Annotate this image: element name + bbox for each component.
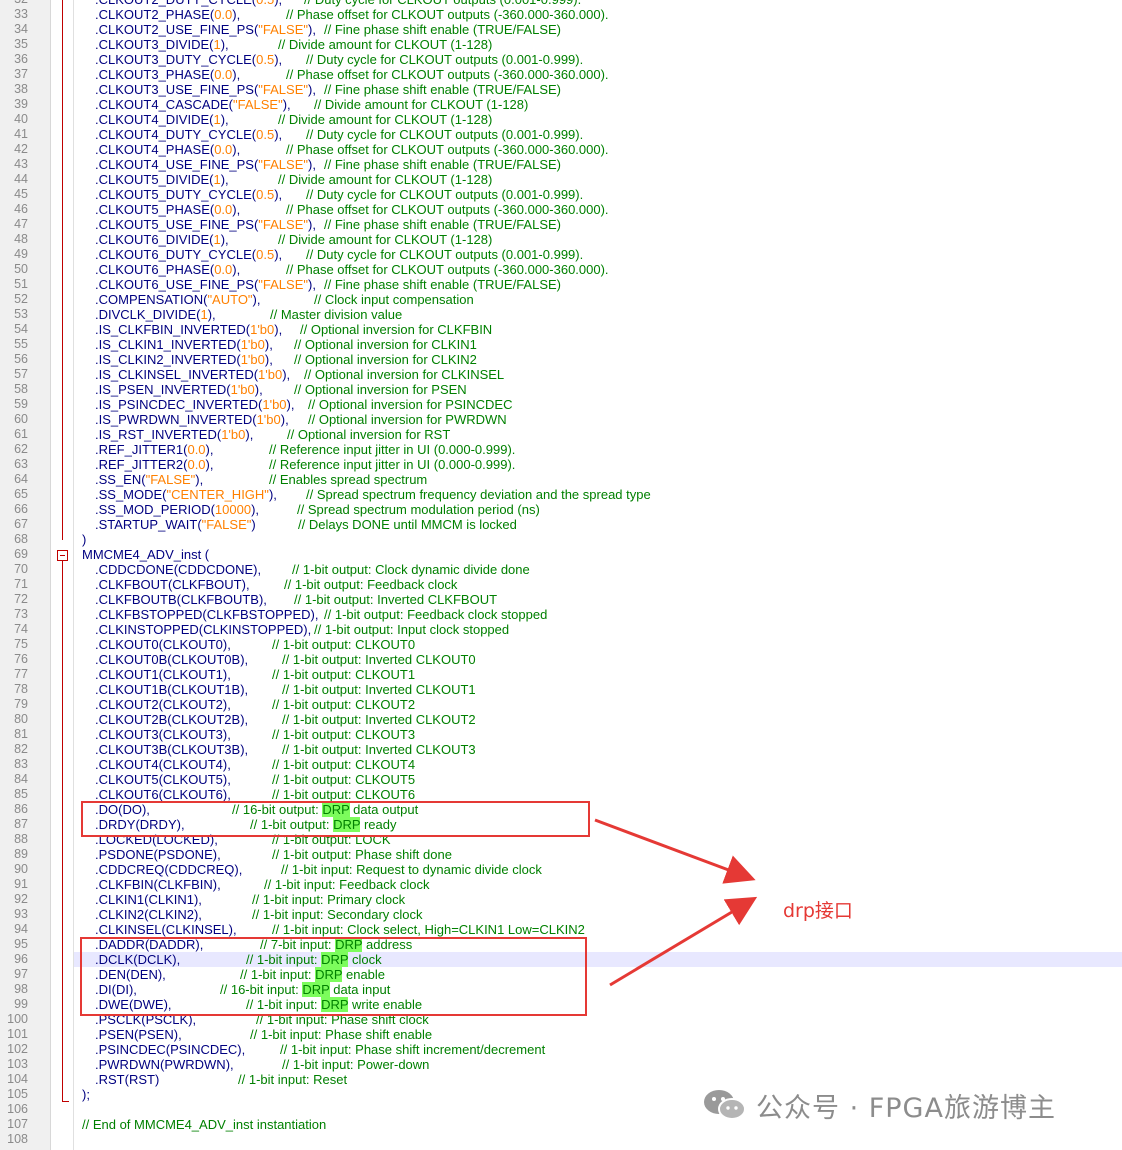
watermark: 公众号 · FPGA旅游博主 bbox=[702, 1085, 1056, 1125]
arrow-to-output-box bbox=[594, 818, 756, 884]
watermark-text: 公众号 · FPGA旅游博主 bbox=[756, 1092, 1056, 1124]
annotation-arrows bbox=[594, 818, 758, 987]
drp-interface-annotation: drp接口 bbox=[783, 900, 853, 922]
arrow-to-input-box bbox=[609, 896, 758, 987]
wechat-icon bbox=[704, 1090, 746, 1120]
